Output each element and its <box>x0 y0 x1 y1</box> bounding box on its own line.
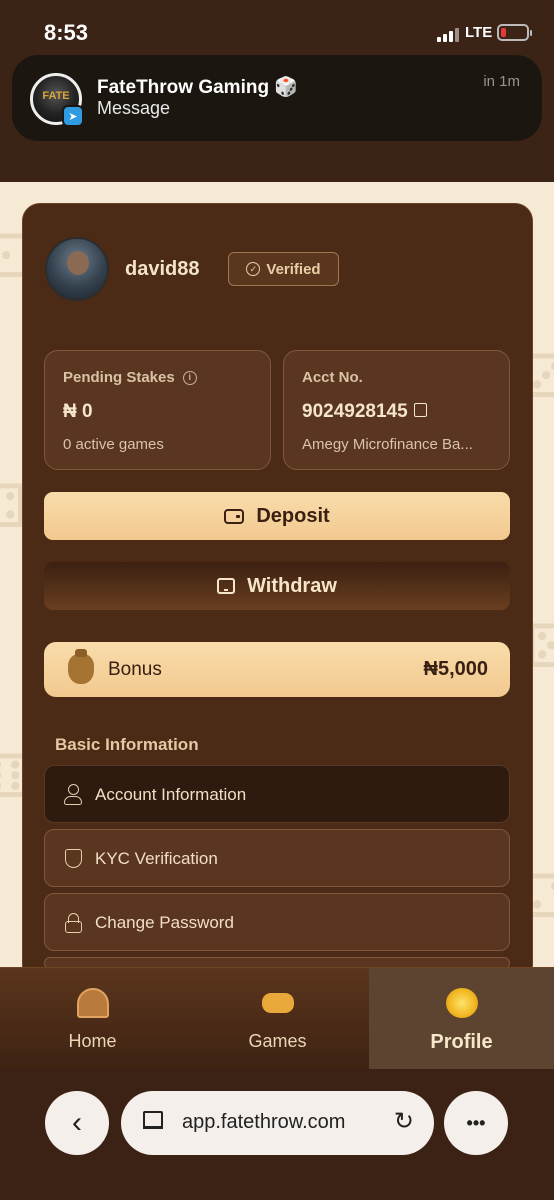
back-button[interactable]: ‹ <box>45 1091 109 1155</box>
nav-home[interactable]: Home <box>0 968 185 1070</box>
status-time: 8:53 <box>44 20 89 45</box>
status-bar: 8:53 LTE <box>0 0 554 60</box>
verified-badge: ✓ Verified <box>228 252 339 286</box>
bonus-label: Bonus <box>108 659 162 680</box>
verified-label: Verified <box>266 260 321 278</box>
info-icon[interactable]: i <box>182 371 197 386</box>
gamepad-icon <box>261 993 294 1013</box>
bonus-amount: ₦5,000 <box>423 658 489 680</box>
account-number-text: 9024928145 <box>302 401 408 422</box>
avatar[interactable] <box>45 237 109 301</box>
deposit-label: Deposit <box>256 504 330 527</box>
pending-stakes-label: Pending Stakes i <box>63 369 197 386</box>
battery-icon <box>497 24 532 41</box>
network-label: LTE <box>465 24 493 41</box>
url-text: app.fatethrow.com <box>182 1111 346 1133</box>
withdraw-label: Withdraw <box>247 574 337 597</box>
menu-item-label: Change Password <box>95 913 234 932</box>
nav-games[interactable]: Games <box>185 968 370 1070</box>
address-bar[interactable]: app.fatethrow.com ↻ <box>121 1091 434 1155</box>
browser-toolbar: ‹ app.fatethrow.com ↻ ••• <box>0 1069 554 1200</box>
bottom-nav: Home Games Profile <box>0 967 554 1070</box>
tabs-icon[interactable] <box>143 1111 163 1129</box>
pending-stakes-box: Pending Stakes i ₦ 0 0 active games <box>44 350 271 470</box>
menu-item-label: KYC Verification <box>95 849 218 868</box>
money-bag-icon <box>68 649 94 684</box>
menu-item-change-password[interactable]: Change Password <box>44 893 510 951</box>
door-icon <box>76 988 109 1018</box>
telegram-icon: ➤ <box>62 105 84 127</box>
deposit-button[interactable]: Deposit <box>44 492 510 540</box>
account-number-label: Acct No. <box>302 369 363 386</box>
account-number-box: Acct No. 9024928145 Amegy Microfinance B… <box>283 350 510 470</box>
back-icon: ‹ <box>72 1106 82 1139</box>
pending-stakes-label-text: Pending Stakes <box>63 369 175 386</box>
nav-label: Games <box>248 1031 307 1051</box>
menu-item-account-information[interactable]: Account Information <box>44 765 510 823</box>
bank-name: Amegy Microfinance Ba... <box>302 436 473 453</box>
lock-icon <box>63 912 83 933</box>
active-games-count: 0 active games <box>63 436 164 453</box>
copy-icon[interactable] <box>413 402 427 417</box>
more-button[interactable]: ••• <box>444 1091 508 1155</box>
account-number-value: 9024928145 <box>302 401 427 423</box>
nav-profile[interactable]: Profile <box>369 968 554 1070</box>
notification-message: Message <box>97 98 171 118</box>
menu-item-label: Account Information <box>95 785 247 804</box>
pending-stakes-value: ₦ 0 <box>63 401 93 422</box>
person-icon <box>63 784 83 805</box>
basic-information-title: Basic Information <box>55 735 199 754</box>
notification-title: FateThrow Gaming 🎲 <box>97 77 299 98</box>
nav-label: Home <box>68 1031 117 1051</box>
shield-icon <box>63 848 83 868</box>
withdraw-button[interactable]: Withdraw <box>44 562 510 610</box>
profile-coin-icon <box>445 988 478 1018</box>
notification-avatar-text: FATE <box>42 90 70 102</box>
wallet-icon <box>224 508 245 524</box>
more-icon: ••• <box>466 1112 486 1133</box>
notification-time: in 1m <box>483 73 520 90</box>
nav-label: Profile <box>430 1031 493 1053</box>
notification-banner[interactable]: FATE ➤ FateThrow Gaming 🎲 Message in 1m <box>12 55 542 141</box>
signal-icon <box>437 26 459 42</box>
check-circle-icon: ✓ <box>246 262 261 276</box>
withdraw-icon <box>217 578 236 594</box>
username: david88 <box>125 258 200 280</box>
bonus-banner[interactable]: Bonus ₦5,000 <box>44 642 510 697</box>
reload-icon[interactable]: ↻ <box>394 1107 414 1136</box>
menu-item-kyc-verification[interactable]: KYC Verification <box>44 829 510 887</box>
